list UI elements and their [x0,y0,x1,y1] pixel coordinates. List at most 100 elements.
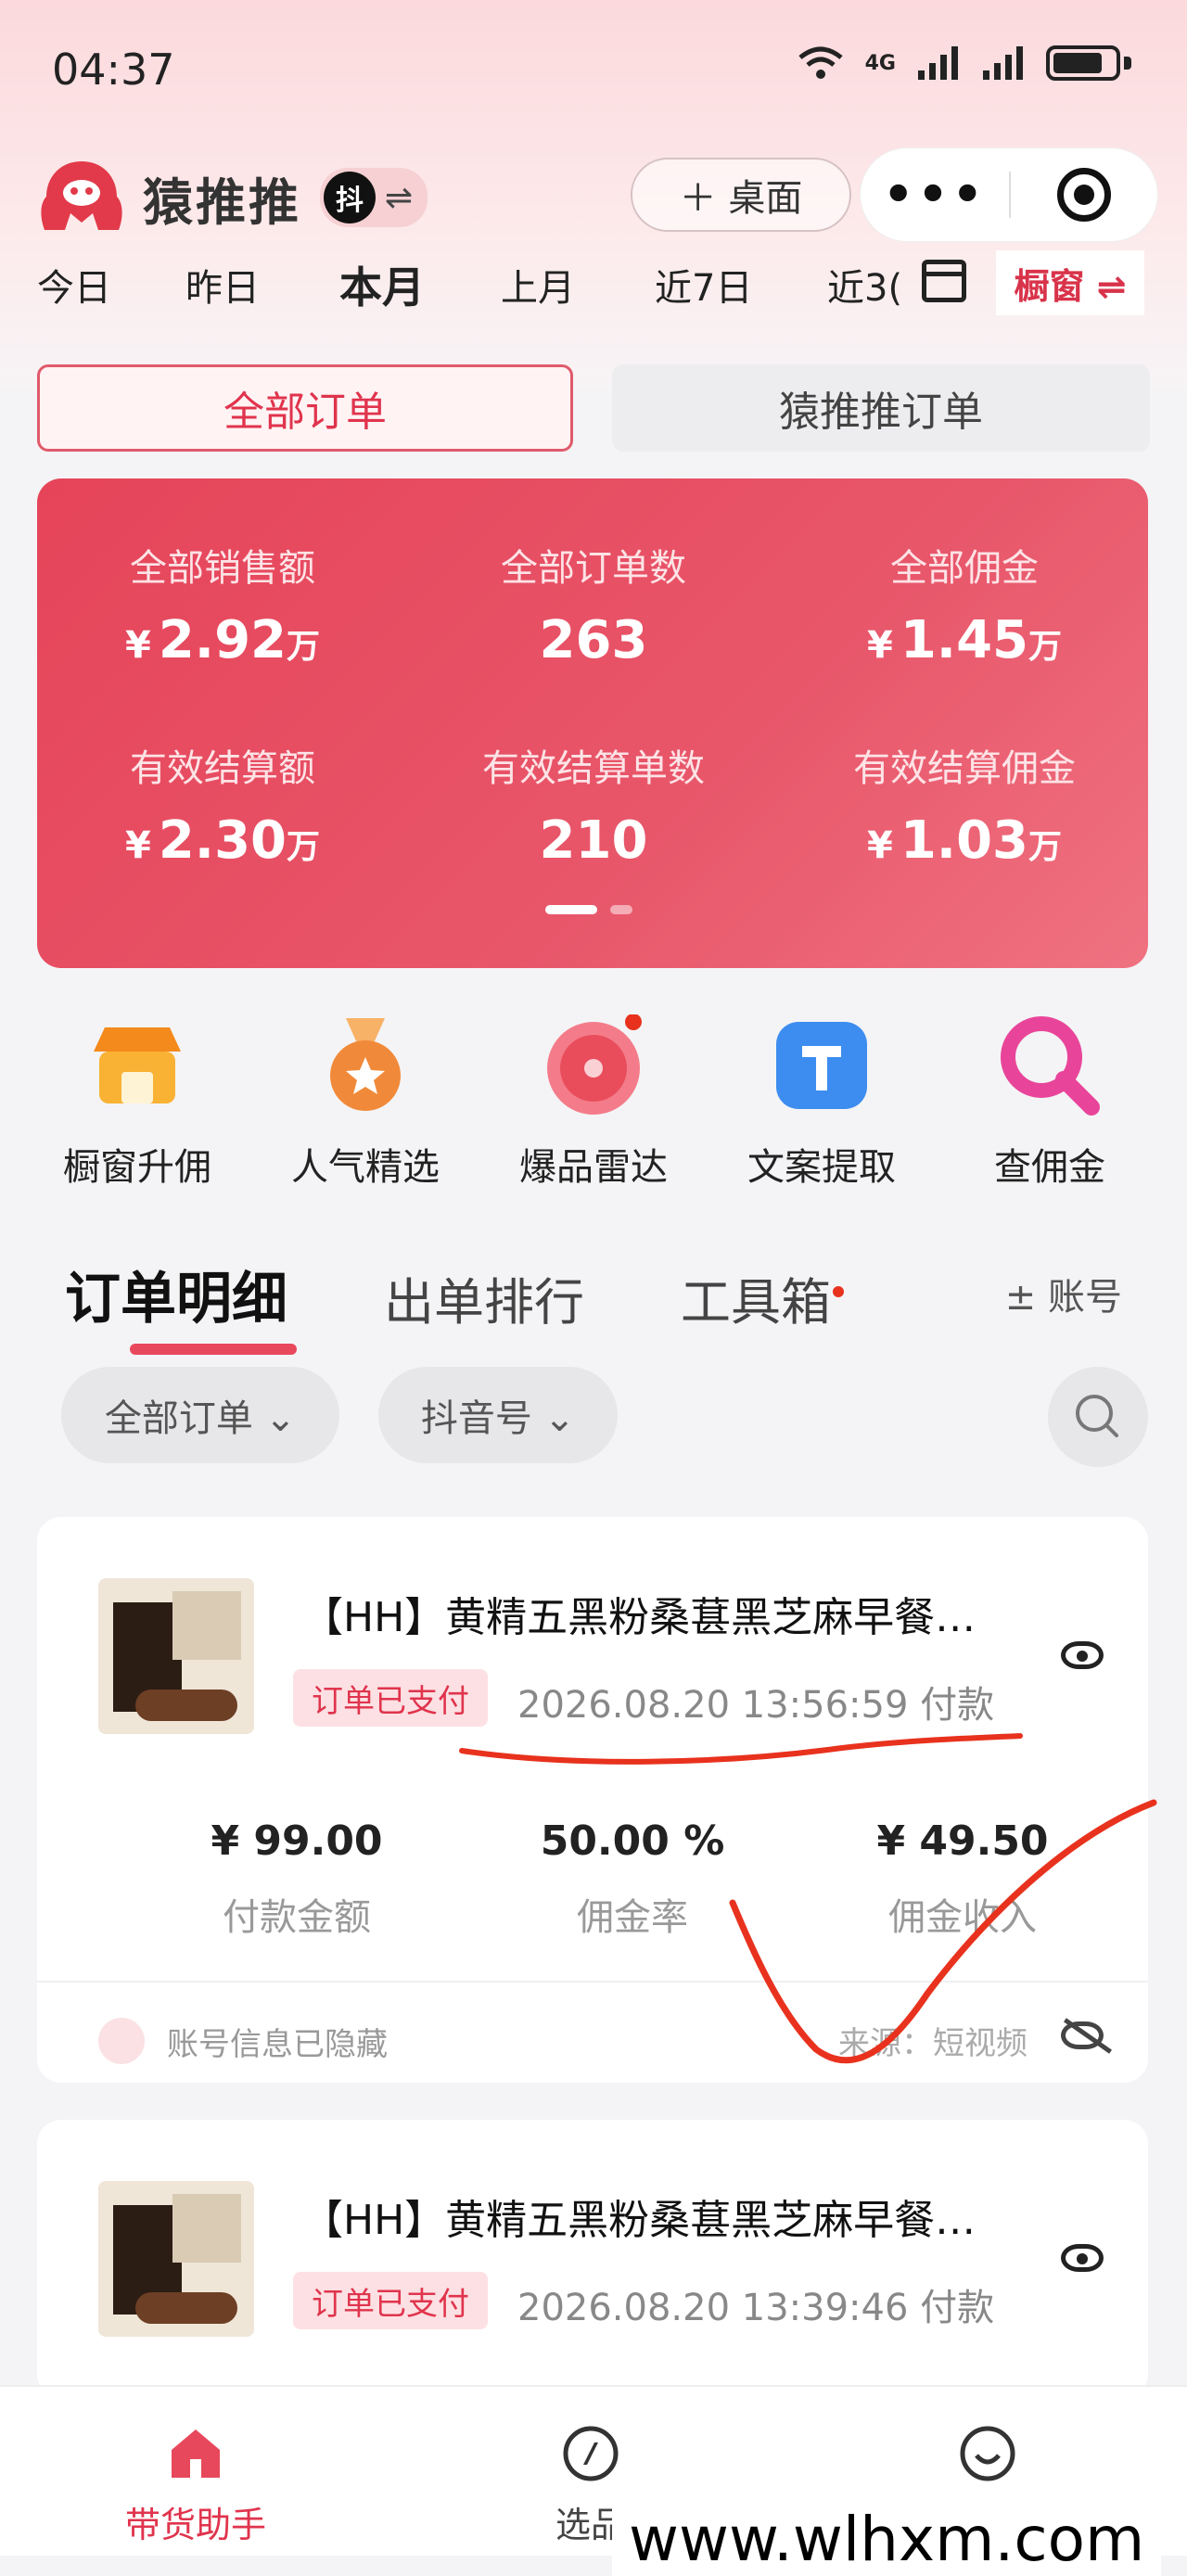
text-extract-icon [771,1014,873,1116]
tab-order-detail[interactable]: 订单明细 [65,1254,297,1355]
metric-value: 50.00 % [540,1817,725,1865]
stat-settled-sales: 有效结算额 ¥2.30万 [37,738,408,871]
tool-hot-radar[interactable]: 爆品雷达 [482,1014,705,1191]
amount: 263 [539,610,648,670]
tool-popular-picks[interactable]: 人气精选 [254,1014,477,1191]
product-label [172,2194,241,2263]
eye-icon[interactable] [1061,2244,1104,2272]
douyin-filter-dropdown[interactable]: 抖音号 ⌄ [378,1367,618,1463]
stat-label: 有效结算佣金 [853,747,1076,790]
douyin-badge: 抖 [324,172,376,223]
stat-value: ¥1.45万 [779,610,1150,670]
battery-icon [1046,45,1120,81]
stat-total-sales: 全部销售额 ¥2.92万 [37,538,408,670]
page-dot [610,905,632,914]
home-icon [166,2424,225,2483]
pay-time: 2026.08.20 13:39:46 付款 [517,2287,995,2329]
nav-sales-assistant[interactable]: 带货助手 [80,2424,312,2547]
currency: ¥ [124,624,151,667]
metric-value: ¥ 49.50 [876,1817,1049,1865]
radar-icon [542,1014,645,1116]
stat-label: 全部佣金 [890,547,1039,590]
tab-last-7-days[interactable]: 近7日 [655,258,827,315]
stats-card: 全部销售额 ¥2.92万 全部订单数 263 全部佣金 ¥1.45万 有效结算额… [37,478,1148,968]
tool-label: 爆品雷达 [519,1146,668,1189]
stat-value: 210 [408,810,779,871]
add-to-desktop-button[interactable]: ＋ 桌面 [631,158,851,232]
unit: 万 [287,828,321,866]
more-menu-button[interactable]: ••• [861,167,1009,223]
tab-today[interactable]: 今日 [37,258,185,315]
search-icon [1076,1395,1118,1437]
date-range-tabs: 今日 昨日 本月 上月 近7日 近3( [37,258,901,315]
tool-label: 文案提取 [747,1146,896,1189]
ytt-orders-toggle[interactable]: 猿推推订单 [612,364,1150,452]
order-card[interactable]: 【HH】黄精五黑粉桑葚黑芝麻早餐… 订单已支付 2026.08.20 13:56… [37,1517,1148,2083]
account-hidden-text: 账号信息已隐藏 [167,2025,388,2063]
currency: ¥ [124,824,151,867]
medal-icon [314,1014,416,1116]
search-button[interactable] [1048,1367,1148,1467]
stat-total-orders: 全部订单数 263 [408,538,779,670]
metric-rate: 50.00 % 佣金率 [466,1817,799,1941]
smile-icon [958,2424,1017,2483]
order-filter-dropdown[interactable]: 全部订单 ⌄ [61,1367,339,1463]
amount: 2.30 [158,810,287,871]
carousel-indicator[interactable] [545,905,632,914]
metric-income: ¥ 49.50 佣金收入 [796,1817,1130,1941]
eye-off-icon[interactable] [1061,2021,1104,2049]
watermark-url: www.wlhxm.com [612,2504,1162,2576]
platform-switch[interactable]: 抖 ⇌ [320,168,428,227]
account-button[interactable]: ± 账号 [1005,1267,1122,1320]
swap-icon: ⇌ [385,178,414,217]
card-divider [37,1981,1148,1983]
tool-copy-extract[interactable]: 文案提取 [710,1014,933,1191]
section-tabs: 订单明细 出单排行 工具箱 [65,1254,844,1355]
tab-yesterday[interactable]: 昨日 [185,258,339,315]
product-title: 【HH】黄精五黑粉桑葚黑芝麻早餐… [302,2197,976,2244]
metric-amount: ¥ 99.00 付款金额 [130,1817,464,1941]
gorilla-logo-icon [41,161,122,230]
app-name: 猿推推 [143,172,301,232]
order-card[interactable]: 【HH】黄精五黑粉桑葚黑芝麻早餐… 订单已支付 2026.08.20 13:39… [37,2120,1148,2398]
compass-icon [561,2424,620,2483]
tool-check-commission[interactable]: 查佣金 [938,1014,1161,1191]
tab-order-ranking[interactable]: 出单排行 [384,1261,584,1334]
tab-last-month[interactable]: 上月 [501,258,655,315]
unit: 万 [1028,828,1063,866]
app-brand: 猿推推 抖 ⇌ [37,156,428,239]
stat-settled-orders: 有效结算单数 210 [408,738,779,871]
toolbox-dot [833,1286,844,1297]
amount: 1.45 [900,610,1028,670]
product-thumbnail [98,1578,254,1734]
stat-value: ¥1.03万 [779,810,1150,871]
showcase-switch[interactable]: 橱窗 ⇌ [996,250,1144,315]
metric-label: 付款金额 [223,1896,371,1939]
stat-settled-commission: 有效结算佣金 ¥1.03万 [779,738,1150,871]
eye-icon[interactable] [1061,1641,1104,1669]
battery-tip [1124,57,1131,70]
stat-label: 有效结算额 [130,747,315,790]
tab-toolbox[interactable]: 工具箱 [681,1261,831,1334]
product-title: 【HH】黄精五黑粉桑葚黑芝麻早餐… [302,1594,976,1641]
unit: 万 [1028,628,1063,666]
stat-label: 有效结算单数 [482,747,705,790]
nav-profile[interactable] [872,2424,1104,2496]
account-info: 账号信息已隐藏 [98,2018,388,2064]
signal-icon-2 [983,46,1023,80]
stat-value: ¥2.92万 [37,610,408,670]
status-badge: 订单已支付 [293,2272,488,2329]
metric-label: 佣金收入 [888,1896,1037,1939]
product-thumbnail [98,2181,254,2337]
pay-time: 2026.08.20 13:56:59 付款 [517,1684,995,1727]
status-time: 04:37 [52,45,175,95]
calendar-icon[interactable] [922,260,966,302]
stat-total-commission: 全部佣金 ¥1.45万 [779,538,1150,670]
all-orders-toggle[interactable]: 全部订单 [37,364,573,452]
product-item [135,2292,237,2324]
close-miniapp-button[interactable] [1011,168,1157,222]
tab-this-month[interactable]: 本月 [339,254,501,315]
tab-last-30-days[interactable]: 近3( [827,258,901,315]
metric-value: ¥ 99.00 [211,1817,383,1865]
tool-showcase-commission[interactable]: 橱窗升佣 [26,1014,249,1191]
